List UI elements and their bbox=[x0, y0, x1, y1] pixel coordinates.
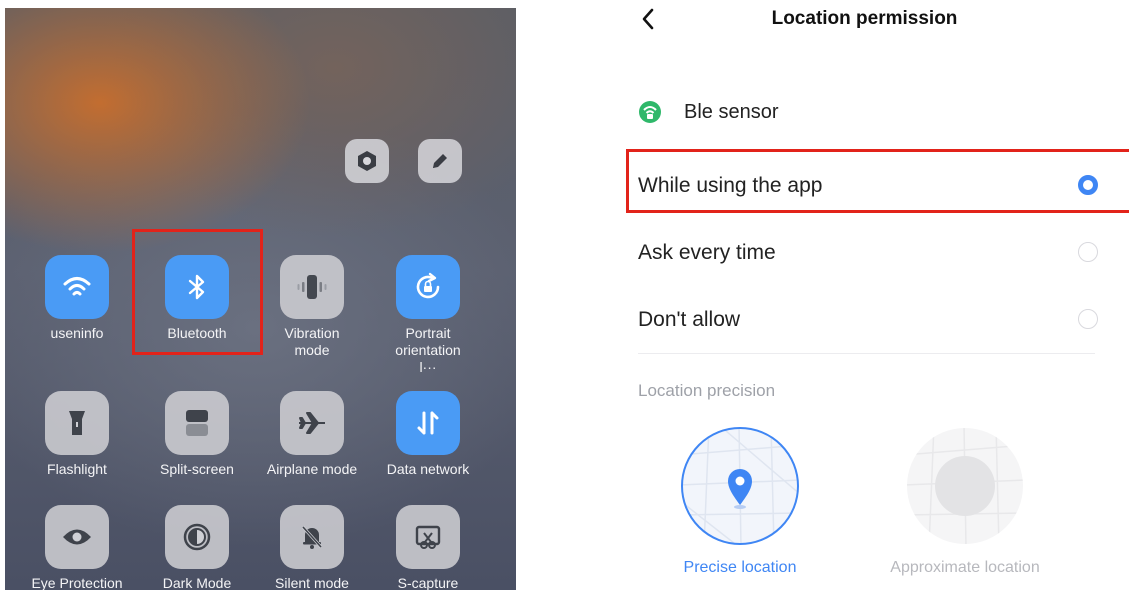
screenshot-icon bbox=[415, 525, 441, 549]
tile-wifi[interactable]: useninfo bbox=[20, 255, 134, 342]
tile-data-network-toggle[interactable] bbox=[396, 391, 460, 455]
wifi-icon bbox=[63, 277, 91, 296]
eye-icon bbox=[63, 529, 91, 545]
app-row: Ble sensor bbox=[638, 100, 779, 124]
tile-silent-label: Silent mode bbox=[275, 575, 349, 590]
airplane-icon bbox=[299, 412, 325, 434]
vibration-icon bbox=[297, 275, 327, 299]
tile-flashlight[interactable]: Flashlight bbox=[20, 391, 134, 478]
tile-wifi-toggle[interactable] bbox=[45, 255, 109, 319]
approximate-location-option[interactable]: Approximate location bbox=[890, 425, 1040, 577]
tile-silent-toggle[interactable] bbox=[280, 505, 344, 569]
edit-button[interactable] bbox=[418, 139, 462, 183]
split-screen-icon bbox=[186, 410, 208, 436]
settings-button[interactable] bbox=[345, 139, 389, 183]
tile-flashlight-label: Flashlight bbox=[47, 461, 107, 477]
tile-data-network-label: Data network bbox=[386, 461, 470, 477]
tile-airplane-label: Airplane mode bbox=[266, 461, 358, 477]
tile-split-screen-toggle[interactable] bbox=[165, 391, 229, 455]
precise-location-option[interactable]: Precise location bbox=[670, 425, 810, 577]
bluetooth-highlight-box bbox=[132, 229, 263, 355]
pencil-icon bbox=[433, 154, 447, 168]
tile-rotation[interactable]: Portrait orientation l··· bbox=[371, 255, 485, 376]
tile-eye-protection-toggle[interactable] bbox=[45, 505, 109, 569]
tile-wifi-label: useninfo bbox=[50, 325, 104, 341]
option-ask-every-time-label: Ask every time bbox=[638, 241, 776, 264]
option-dont-allow[interactable]: Don't allow bbox=[638, 300, 1098, 340]
while-using-highlight-box bbox=[626, 149, 1129, 213]
tile-s-capture-toggle[interactable] bbox=[396, 505, 460, 569]
tile-eye-protection-label: Eye Protection bbox=[31, 575, 123, 590]
app-icon bbox=[639, 101, 661, 123]
tile-vibration-toggle[interactable] bbox=[280, 255, 344, 319]
radio-ask-every-time[interactable] bbox=[1078, 242, 1098, 262]
location-precision-label: Location precision bbox=[638, 381, 776, 400]
tile-dark-mode[interactable]: Dark Mode bbox=[140, 505, 254, 590]
tile-eye-protection[interactable]: Eye Protection bbox=[20, 505, 134, 590]
option-ask-every-time[interactable]: Ask every time bbox=[638, 233, 1098, 273]
radio-dont-allow[interactable] bbox=[1078, 309, 1098, 329]
tile-airplane[interactable]: Airplane mode bbox=[255, 391, 369, 478]
settings-hex-icon bbox=[358, 151, 376, 171]
tile-split-screen-label: Split-screen bbox=[160, 461, 234, 477]
tile-airplane-toggle[interactable] bbox=[280, 391, 344, 455]
tile-split-screen[interactable]: Split-screen bbox=[140, 391, 254, 478]
tile-silent[interactable]: Silent mode bbox=[255, 505, 369, 590]
tile-dark-mode-toggle[interactable] bbox=[165, 505, 229, 569]
tile-vibration-label-text: Vibration mode bbox=[284, 325, 340, 358]
location-permission-screen: Location permission Ble sensor While usi… bbox=[600, 0, 1129, 590]
app-name: Ble sensor bbox=[684, 100, 779, 123]
divider bbox=[638, 353, 1095, 354]
precise-location-icon bbox=[681, 427, 799, 545]
data-network-icon bbox=[417, 411, 439, 435]
tile-flashlight-toggle[interactable] bbox=[45, 391, 109, 455]
tile-data-network[interactable]: Data network bbox=[371, 391, 485, 478]
option-dont-allow-label: Don't allow bbox=[638, 308, 741, 331]
tile-s-capture-label: S-capture bbox=[397, 575, 459, 590]
tile-rotation-toggle[interactable] bbox=[396, 255, 460, 319]
approximate-location-icon bbox=[907, 428, 1023, 544]
approximate-location-label: Approximate location bbox=[890, 559, 1040, 576]
silent-bell-icon bbox=[301, 525, 323, 549]
rotation-lock-icon bbox=[416, 272, 440, 299]
tile-rotation-label: Portrait orientation l··· bbox=[392, 325, 464, 376]
tile-dark-mode-label: Dark Mode bbox=[162, 575, 232, 590]
tile-vibration-label: Vibration mode bbox=[272, 325, 352, 359]
precise-location-label: Precise location bbox=[683, 559, 797, 576]
page-title: Location permission bbox=[771, 8, 958, 29]
tile-vibration[interactable]: Vibration mode bbox=[255, 255, 369, 359]
flashlight-icon bbox=[69, 411, 85, 435]
tile-rotation-label-text: Portrait orientation l··· bbox=[395, 325, 461, 375]
tile-s-capture[interactable]: S-capture bbox=[371, 505, 485, 590]
dark-mode-icon bbox=[183, 523, 211, 551]
